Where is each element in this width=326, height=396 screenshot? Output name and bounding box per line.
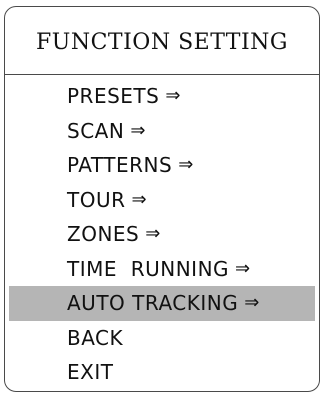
submenu-arrow-icon: ⇒ [145,223,161,244]
submenu-arrow-icon: ⇒ [165,85,181,106]
submenu-arrow-icon: ⇒ [131,188,147,210]
menu-item-patterns[interactable]: PATTERNS ⇒ [5,148,319,183]
menu-item-zones[interactable]: ZONES ⇒ [5,217,319,252]
menu-item-back[interactable]: BACK [5,321,319,356]
menu-item-label: ZONES [67,222,140,246]
menu-item-label: BACK [67,325,124,350]
submenu-arrow-icon: ⇒ [178,154,194,175]
menu-item-label: AUTO TRACKING [67,291,239,315]
menu-item-label: SCAN [67,118,125,143]
menu-item-label: EXIT [67,360,114,384]
menu-item-time-running[interactable]: TIME RUNNING ⇒ [5,252,319,287]
menu-item-label: TOUR [67,187,126,212]
submenu-arrow-icon: ⇒ [235,257,251,279]
submenu-arrow-icon: ⇒ [244,292,260,313]
menu-list: PRESETS ⇒ SCAN ⇒ PATTERNS ⇒ TOUR ⇒ ZONES ⇒ TI… [5,79,319,390]
menu-item-tour[interactable]: TOUR ⇒ [5,183,319,218]
menu-item-label: PRESETS [67,84,160,108]
menu-item-presets[interactable]: PRESETS ⇒ [5,79,319,114]
menu-item-auto-tracking[interactable]: AUTO TRACKING ⇒ [9,286,315,321]
menu-title: FUNCTION SETTING [5,7,319,75]
menu-item-scan[interactable]: SCAN ⇒ [5,114,319,149]
submenu-arrow-icon: ⇒ [130,119,146,141]
function-setting-menu: FUNCTION SETTING PRESETS ⇒ SCAN ⇒ PATTERNS… [4,6,320,392]
menu-item-label: TIME RUNNING [67,256,230,281]
menu-item-exit[interactable]: EXIT [5,355,319,390]
menu-item-label: PATTERNS [67,153,173,177]
